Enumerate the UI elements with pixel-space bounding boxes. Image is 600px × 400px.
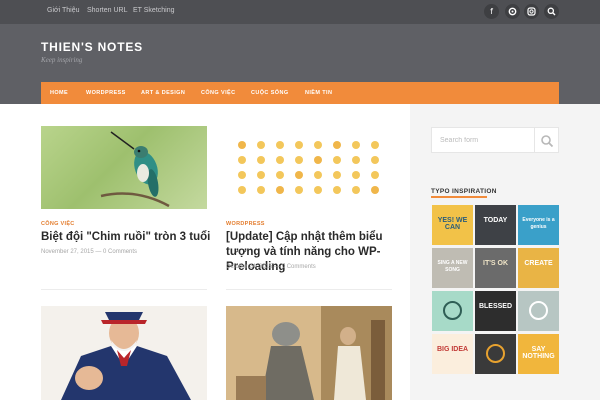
facebook-icon[interactable]: f (484, 4, 499, 19)
post-date[interactable]: October 24, 2015 (226, 264, 272, 270)
emoji-face-icon (238, 186, 246, 194)
emoji-face-icon (371, 186, 379, 194)
typo-tile[interactable]: YES! WE CAN (432, 205, 473, 245)
top-link-shorten-url[interactable]: Shorten URL (87, 7, 127, 14)
emoji-face-icon (314, 171, 322, 179)
typo-tile[interactable]: TODAY (475, 205, 516, 245)
widget-title-underline (431, 196, 487, 198)
typo-tile-text: TODAY (483, 217, 508, 224)
post-comments[interactable]: 0 Comments (282, 264, 316, 270)
emoji-face-icon (371, 141, 379, 149)
site-tagline: Keep inspiring (41, 56, 83, 64)
emoji-face-icon (371, 171, 379, 179)
meta-separator: — (274, 264, 281, 270)
post-thumbnail-emoji[interactable] (226, 126, 392, 209)
typo-tile-text: BIG IDEA (436, 346, 469, 353)
github-icon[interactable] (505, 4, 520, 19)
typo-tile-graphic (486, 344, 505, 363)
emoji-face-icon (371, 156, 379, 164)
post-thumbnail-uncle-sam[interactable] (41, 306, 207, 400)
magnifier-icon (541, 135, 554, 148)
post-meta: November 27, 2015 — 0 Comments (41, 249, 137, 255)
typo-tile[interactable]: BIG IDEA (432, 334, 473, 374)
search-icon[interactable] (544, 4, 559, 19)
post-divider (41, 289, 207, 290)
emoji-face-icon (276, 171, 284, 179)
emoji-face-icon (333, 171, 341, 179)
nav-item-niem-tin[interactable]: NIỀM TIN (305, 90, 332, 96)
emoji-face-icon (295, 141, 303, 149)
typo-tile-text: SING A NEW SONG (437, 260, 468, 273)
top-bar: Giới Thiệu Shorten URL ET Sketching f (0, 0, 600, 24)
post-divider (226, 289, 392, 290)
emoji-face-icon (257, 186, 265, 194)
typo-tile[interactable]: SING A NEW SONG (432, 248, 473, 288)
emoji-face-icon (352, 141, 360, 149)
typo-tile[interactable] (475, 334, 516, 374)
emoji-face-icon (295, 186, 303, 194)
typo-tile-graphic (443, 301, 462, 320)
meta-separator: — (95, 249, 102, 255)
top-link-et-sketching[interactable]: ET Sketching (133, 7, 175, 14)
emoji-face-icon (276, 141, 284, 149)
emoji-face-icon (352, 156, 360, 164)
emoji-face-icon (238, 141, 246, 149)
emoji-face-icon (333, 141, 341, 149)
emoji-face-icon (333, 156, 341, 164)
search-button[interactable] (535, 127, 559, 153)
emoji-face-icon (314, 141, 322, 149)
typo-tile[interactable] (432, 291, 473, 331)
emoji-face-icon (276, 186, 284, 194)
nav-item-home[interactable]: HOME (50, 90, 68, 96)
emoji-face-icon (257, 141, 265, 149)
search-form (431, 127, 535, 153)
emoji-face-icon (257, 156, 265, 164)
typo-tile[interactable]: BLESSED (475, 291, 516, 331)
typo-tile-graphic (529, 301, 548, 320)
typo-tile[interactable]: Everyone is a genius (518, 205, 559, 245)
widget-title: TYPO INSPIRATION (431, 188, 497, 195)
main-nav: HOME WORDPRESS ART & DESIGN CÔNG VIỆC CU… (41, 82, 559, 104)
site-title[interactable]: THIEN'S NOTES (41, 40, 143, 54)
post-category[interactable]: CÔNG VIỆC (41, 221, 75, 227)
emoji-face-icon (333, 186, 341, 194)
emoji-face-icon (276, 156, 284, 164)
top-link-gioi-thieu[interactable]: Giới Thiệu (47, 7, 79, 14)
typo-tile[interactable] (518, 291, 559, 331)
post-title[interactable]: Biệt đội "Chim ruồi" tròn 3 tuổi (41, 230, 221, 245)
typo-tile[interactable]: IT'S OK (475, 248, 516, 288)
typo-tile-text: IT'S OK (483, 260, 508, 267)
emoji-face-icon (314, 156, 322, 164)
typo-tile-text: Everyone is a genius (522, 217, 555, 230)
nav-item-cuoc-song[interactable]: CUỘC SỐNG (251, 90, 289, 96)
emoji-face-icon (295, 156, 303, 164)
typo-tile-text: CREATE (524, 260, 553, 267)
emoji-face-icon (257, 171, 265, 179)
post-category[interactable]: WORDPRESS (226, 221, 265, 227)
typo-tile[interactable]: CREATE (518, 248, 559, 288)
post-date[interactable]: November 27, 2015 (41, 249, 94, 255)
post-thumbnail-hummingbird[interactable] (41, 126, 207, 209)
emoji-face-icon (352, 171, 360, 179)
nav-item-wordpress[interactable]: WORDPRESS (86, 90, 126, 96)
typo-tile-text: YES! WE CAN (437, 217, 468, 231)
emoji-face-icon (314, 186, 322, 194)
emoji-face-icon (352, 186, 360, 194)
typo-tile-text: BLESSED (478, 303, 513, 310)
post-thumbnail-painting[interactable] (226, 306, 392, 400)
nav-item-art-design[interactable]: ART & DESIGN (141, 90, 185, 96)
emoji-face-icon (295, 171, 303, 179)
typo-tile[interactable]: SAY NOTHING (518, 334, 559, 374)
post-comments[interactable]: 0 Comments (103, 249, 137, 255)
emoji-face-icon (238, 171, 246, 179)
typo-tile-text: SAY NOTHING (522, 346, 555, 360)
nav-item-cong-viec[interactable]: CÔNG VIỆC (201, 90, 235, 96)
post-meta: October 24, 2015 — 0 Comments (226, 264, 316, 270)
emoji-face-icon (238, 156, 246, 164)
instagram-icon[interactable] (524, 4, 539, 19)
search-input[interactable] (432, 128, 534, 152)
